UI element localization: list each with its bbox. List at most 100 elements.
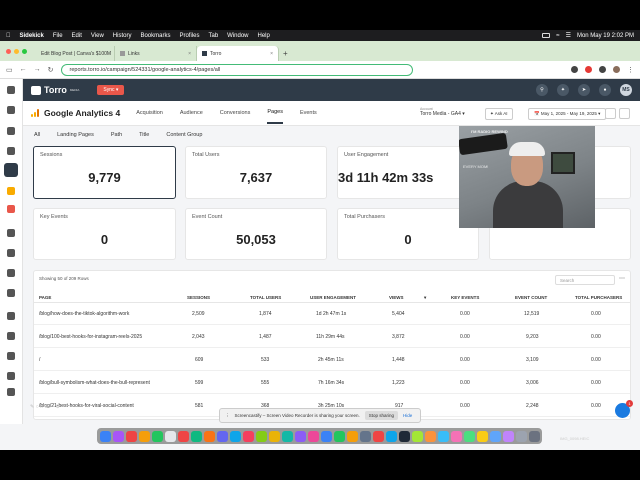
menubar-item-history[interactable]: History	[113, 33, 132, 39]
analytics-icon[interactable]	[4, 163, 18, 177]
stop-sharing-button[interactable]: Stop sharing	[364, 411, 399, 420]
tab-audience[interactable]: Audience	[180, 103, 203, 123]
table-row[interactable]: /blog/bull-symbolism-what-does-the-bull-…	[34, 372, 630, 394]
subtab-content-group[interactable]: Content Group	[166, 132, 202, 138]
extension-record-icon[interactable]	[585, 65, 592, 73]
app-icon[interactable]	[308, 430, 319, 442]
metric-card-key-events[interactable]: Key Events 0	[33, 208, 176, 260]
app-icon[interactable]	[360, 430, 371, 442]
app-icon[interactable]	[178, 430, 189, 442]
trash-icon[interactable]	[529, 430, 540, 442]
webcam-overlay[interactable]: I'M RADIO REWIND EVERY MOM!	[459, 126, 595, 228]
subtab-title[interactable]: Title	[139, 132, 149, 138]
app-icon[interactable]	[347, 430, 358, 442]
table-row[interactable]: / 609 533 2h 45m 11s 1,448 0.00 3,109 0.…	[34, 349, 630, 371]
table-row[interactable]: /blog/how-does-the-tiktok-algorithm-work…	[34, 303, 630, 325]
integrations-icon[interactable]	[7, 372, 15, 380]
wifi-icon[interactable]: ≈	[556, 33, 559, 39]
home-icon[interactable]	[7, 86, 15, 94]
address-bar-input[interactable]: reports.torro.io/campaign/524331/google-…	[60, 63, 413, 76]
browser-tab-links[interactable]: Links ×	[115, 46, 197, 61]
col-total-purchasers[interactable]: TOTAL PURCHASERS	[575, 295, 622, 300]
col-event-count[interactable]: EVENT COUNT	[515, 295, 547, 300]
app-icon[interactable]	[477, 430, 488, 442]
app-icon[interactable]	[256, 430, 267, 442]
app-icon[interactable]	[451, 430, 462, 442]
app-icon[interactable]	[412, 430, 423, 442]
app-icon[interactable]	[165, 430, 176, 442]
menubar-item-help[interactable]: Help	[258, 33, 270, 39]
zoom-window-icon[interactable]	[22, 49, 27, 54]
table-row[interactable]: /blog/100-best-hooks-for-instagram-reels…	[34, 326, 630, 348]
app-icon[interactable]	[126, 430, 137, 442]
browser-tab-torro[interactable]: Torro ×	[197, 46, 279, 61]
tab-events[interactable]: Events	[300, 103, 317, 123]
col-page[interactable]: PAGE	[39, 295, 51, 300]
app-icon[interactable]	[464, 430, 475, 442]
app-icon[interactable]	[321, 430, 332, 442]
tab-pages[interactable]: Pages	[267, 102, 283, 124]
table-menu-icon[interactable]: ⋯	[619, 275, 625, 282]
reload-icon[interactable]: ↻	[48, 66, 54, 74]
message-icon[interactable]	[7, 229, 15, 237]
file-icon[interactable]	[7, 312, 15, 320]
control-center-icon[interactable]: ☰	[566, 32, 571, 39]
chart-icon[interactable]	[7, 147, 15, 155]
plug-icon[interactable]	[7, 352, 15, 360]
subtab-all[interactable]: All	[34, 132, 40, 138]
menubar-item-file[interactable]: File	[53, 33, 63, 39]
desktop-file-label[interactable]: IMG_0098.HEIC	[560, 436, 589, 441]
magic-icon[interactable]: ✦	[557, 84, 569, 96]
extension-shield-icon[interactable]	[571, 65, 578, 73]
menubar-item-edit[interactable]: Edit	[72, 33, 82, 39]
menubar-item-view[interactable]: View	[91, 33, 104, 39]
app-icon[interactable]	[243, 430, 254, 442]
forward-icon[interactable]: →	[34, 66, 41, 73]
menubar-app-name[interactable]: Sidekick	[20, 33, 44, 39]
browser-tab-blog-post[interactable]: Edit Blog Post | Canva's $100M ×	[33, 46, 115, 61]
metric-card-user-engagement[interactable]: User Engagement 3d 11h 42m 33s	[337, 146, 479, 199]
col-user-engagement[interactable]: USER ENGAGEMENT	[310, 295, 356, 300]
apple-icon[interactable]: 	[6, 33, 11, 39]
app-icon[interactable]	[139, 430, 150, 442]
tab-acquisition[interactable]: Acquisition	[136, 103, 163, 123]
ask-ai-button[interactable]: ✦ Ask AI	[485, 108, 513, 120]
menubar-item-window[interactable]: Window	[227, 33, 248, 39]
activity-icon[interactable]	[7, 127, 15, 135]
app-icon[interactable]	[269, 430, 280, 442]
finder-icon[interactable]	[100, 430, 111, 442]
metric-card-sessions[interactable]: Sessions 9,779	[33, 146, 176, 199]
table-search-input[interactable]: Search	[555, 275, 615, 285]
location-icon[interactable]	[7, 289, 15, 297]
metric-card-event-count[interactable]: Event Count 50,053	[185, 208, 327, 260]
app-icon[interactable]	[503, 430, 514, 442]
notifications-icon[interactable]: ●	[599, 84, 611, 96]
compare-button[interactable]	[605, 108, 616, 119]
app-icon[interactable]	[490, 430, 501, 442]
grid-icon[interactable]	[7, 106, 15, 114]
col-views[interactable]: VIEWS	[389, 295, 404, 300]
app-icon[interactable]	[204, 430, 215, 442]
close-tab-icon[interactable]: ×	[270, 51, 273, 57]
minimize-window-icon[interactable]	[14, 49, 19, 54]
share-grip-icon[interactable]: ⋮	[225, 413, 230, 419]
menubar-item-profiles[interactable]: Profiles	[179, 33, 199, 39]
battery-icon[interactable]	[542, 33, 551, 38]
app-icon[interactable]	[386, 430, 397, 442]
app-icon[interactable]	[334, 430, 345, 442]
menubar-item-bookmarks[interactable]: Bookmarks	[140, 33, 170, 39]
app-icon[interactable]	[230, 430, 241, 442]
launchpad-icon[interactable]	[113, 430, 124, 442]
torro-logo[interactable]: Torro MEDIA	[31, 85, 79, 95]
app-icon[interactable]	[373, 430, 384, 442]
recorder-toolbar[interactable]: ✎ ○ □ ⟳ ✂ ⚙	[30, 404, 60, 413]
menubar-item-tab[interactable]: Tab	[208, 33, 218, 39]
app-icon[interactable]	[191, 430, 202, 442]
subtab-path[interactable]: Path	[111, 132, 122, 138]
app-icon[interactable]	[295, 430, 306, 442]
metric-card-total-purchasers[interactable]: Total Purchasers 0	[337, 208, 479, 260]
close-tab-icon[interactable]: ×	[188, 51, 191, 57]
extension-puzzle-icon[interactable]	[599, 65, 606, 73]
users-icon[interactable]	[7, 332, 15, 340]
profile-icon[interactable]	[613, 65, 620, 73]
